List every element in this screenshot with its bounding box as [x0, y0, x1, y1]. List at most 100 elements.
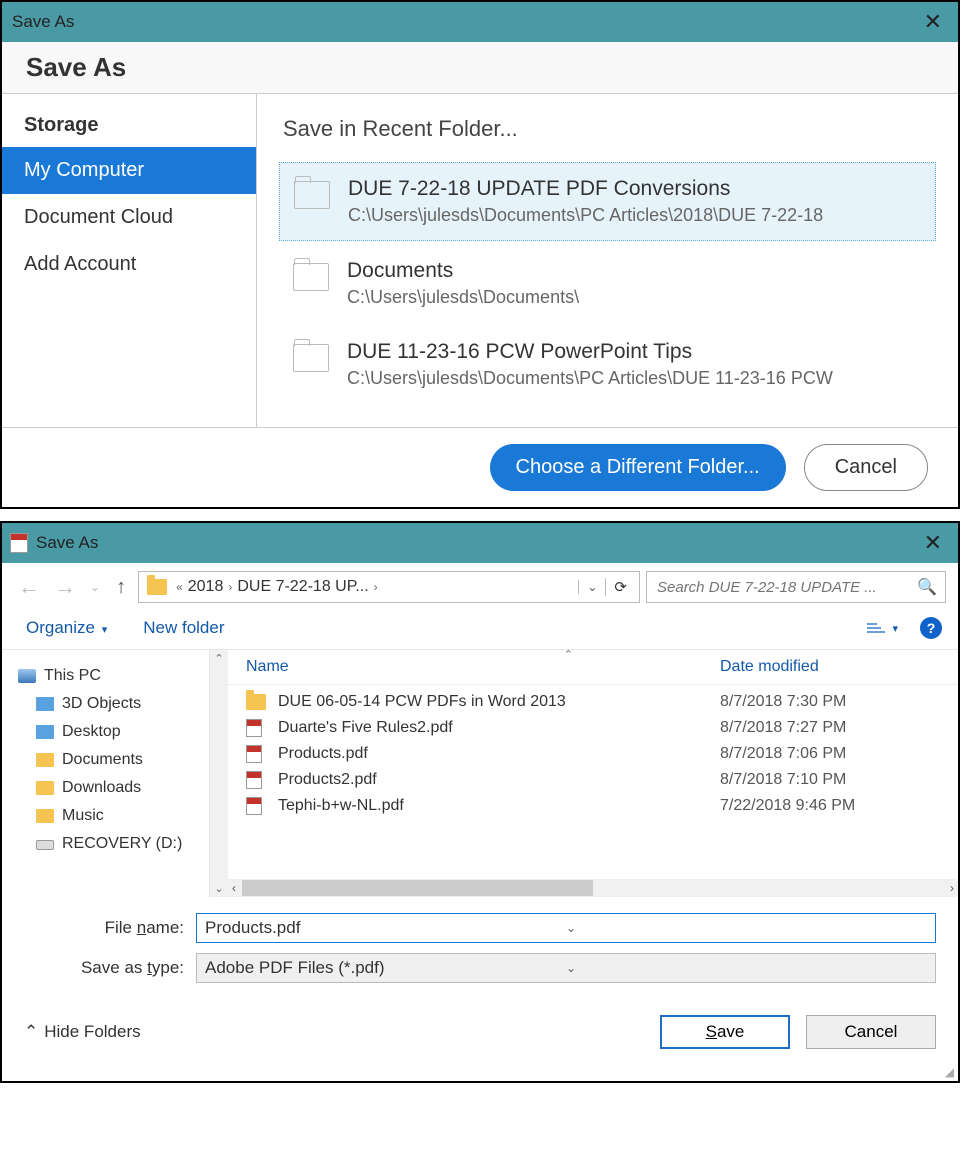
file-name: Tephi-b+w-NL.pdf	[278, 797, 720, 815]
savetype-dropdown[interactable]: Adobe PDF Files (*.pdf) ⌄	[196, 953, 936, 983]
pdf-file-icon	[246, 719, 268, 737]
main-panel: Save in Recent Folder... DUE 7-22-18 UPD…	[257, 94, 958, 427]
folder-icon	[293, 263, 329, 291]
history-dropdown-icon[interactable]: ⌄	[86, 580, 104, 594]
tree-item[interactable]: This PC	[14, 662, 205, 690]
titlebar: Save As ✕	[2, 2, 958, 42]
file-list-header[interactable]: ⌃ Name Date modified	[228, 650, 958, 685]
column-date[interactable]: Date modified	[720, 658, 940, 676]
form-area: File name: Products.pdf ⌄ Save as type: …	[2, 897, 958, 1003]
pdf-file-icon	[246, 797, 268, 815]
recent-heading: Save in Recent Folder...	[283, 116, 936, 142]
resize-grip-icon[interactable]: ◢	[2, 1065, 958, 1081]
organize-menu[interactable]: Organize ▾	[26, 618, 107, 638]
horizontal-scrollbar[interactable]: ‹ ›	[228, 879, 958, 897]
scrollbar-thumb[interactable]	[242, 880, 593, 896]
footer: Choose a Different Folder... Cancel	[2, 428, 958, 507]
tree-item[interactable]: Desktop	[14, 718, 205, 746]
help-icon[interactable]: ?	[920, 617, 942, 639]
tree-item[interactable]: 3D Objects	[14, 690, 205, 718]
pc-icon	[18, 669, 36, 683]
chevron-down-icon[interactable]: ⌄	[566, 961, 927, 975]
close-icon[interactable]: ✕	[918, 9, 948, 35]
folder-icon	[294, 181, 330, 209]
tree-item-label: Documents	[62, 751, 143, 769]
recent-folder-item[interactable]: Documents C:\Users\julesds\Documents\	[279, 245, 936, 322]
savetype-row: Save as type: Adobe PDF Files (*.pdf) ⌄	[24, 953, 936, 983]
file-name: Duarte's Five Rules2.pdf	[278, 719, 720, 737]
scroll-left-icon[interactable]: ‹	[232, 881, 236, 895]
chevron-left-icon[interactable]: «	[171, 580, 188, 594]
tree-item-label: This PC	[44, 667, 101, 685]
storage-heading: Storage	[2, 104, 256, 147]
file-row[interactable]: Duarte's Five Rules2.pdf8/7/2018 7:27 PM	[228, 715, 958, 741]
choose-folder-button[interactable]: Choose a Different Folder...	[490, 444, 786, 491]
back-icon[interactable]: ←	[14, 574, 44, 600]
search-input[interactable]	[655, 578, 917, 597]
breadcrumb[interactable]: « 2018 › DUE 7-22-18 UP... › ⌄ ⟳	[138, 571, 640, 603]
chevron-down-icon[interactable]: ⌄	[566, 921, 927, 935]
filename-input[interactable]: Products.pdf ⌄	[196, 913, 936, 943]
search-icon[interactable]: 🔍	[917, 577, 937, 597]
list-view-icon	[867, 621, 885, 635]
column-name[interactable]: Name	[246, 658, 720, 676]
tree-item[interactable]: Documents	[14, 746, 205, 774]
save-button[interactable]: Save	[660, 1015, 790, 1049]
file-row[interactable]: Products.pdf8/7/2018 7:06 PM	[228, 741, 958, 767]
recent-folder-path: C:\Users\julesds\Documents\	[347, 287, 922, 308]
sidebar-item-add-account[interactable]: Add Account	[2, 241, 256, 288]
nav-row: ← → ⌄ ↑ « 2018 › DUE 7-22-18 UP... › ⌄ ⟳…	[2, 563, 958, 611]
tree-scrollbar[interactable]: ⌃ ⌄	[210, 650, 228, 897]
sidebar-item-my-computer[interactable]: My Computer	[2, 147, 256, 194]
file-name: DUE 06-05-14 PCW PDFs in Word 2013	[278, 693, 720, 711]
chevron-down-icon: ▾	[892, 622, 898, 635]
search-box[interactable]: 🔍	[646, 571, 946, 603]
chevron-down-icon: ▾	[102, 624, 108, 636]
body: Storage My Computer Document Cloud Add A…	[2, 94, 958, 428]
save-as-app-window: Save As ✕ Save As Storage My Computer Do…	[0, 0, 960, 509]
scroll-right-icon[interactable]: ›	[950, 881, 954, 895]
filename-label: File name:	[24, 918, 196, 938]
recent-folder-path: C:\Users\julesds\Documents\PC Articles\2…	[348, 205, 921, 226]
refresh-icon[interactable]: ⟳	[605, 578, 635, 596]
breadcrumb-segment[interactable]: 2018	[188, 578, 224, 596]
up-icon[interactable]: ↑	[110, 576, 132, 599]
file-row[interactable]: Tephi-b+w-NL.pdf7/22/2018 9:46 PM	[228, 793, 958, 819]
folder-icon	[246, 694, 268, 710]
save-as-explorer-window: Save As ✕ ← → ⌄ ↑ « 2018 › DUE 7-22-18 U…	[0, 521, 960, 1083]
tree-item-label: Downloads	[62, 779, 141, 797]
toolbar: Organize ▾ New folder ▾ ?	[2, 611, 958, 649]
forward-icon[interactable]: →	[50, 574, 80, 600]
close-icon[interactable]: ✕	[918, 530, 948, 556]
scroll-down-icon[interactable]: ⌄	[214, 882, 223, 895]
savetype-value: Adobe PDF Files (*.pdf)	[205, 958, 566, 978]
cancel-button[interactable]: Cancel	[804, 444, 928, 491]
folder-icon	[36, 753, 54, 767]
tree-item[interactable]: RECOVERY (D:)	[14, 830, 205, 858]
pdf-file-icon	[246, 745, 268, 763]
sidebar: Storage My Computer Document Cloud Add A…	[2, 94, 257, 427]
file-date: 7/22/2018 9:46 PM	[720, 797, 940, 815]
new-folder-button[interactable]: New folder	[143, 618, 224, 638]
titlebar: Save As ✕	[2, 523, 958, 563]
tree-item-label: RECOVERY (D:)	[62, 835, 182, 853]
tree-item[interactable]: Music	[14, 802, 205, 830]
sidebar-item-document-cloud[interactable]: Document Cloud	[2, 194, 256, 241]
folder-icon	[36, 725, 54, 739]
hide-folders-button[interactable]: ⌃ Hide Folders	[24, 1022, 141, 1042]
page-title: Save As	[26, 52, 934, 83]
breadcrumb-dropdown-icon[interactable]: ⌄	[578, 580, 605, 594]
recent-folder-item[interactable]: DUE 11-23-16 PCW PowerPoint Tips C:\User…	[279, 326, 936, 403]
recent-folder-item[interactable]: DUE 7-22-18 UPDATE PDF Conversions C:\Us…	[279, 162, 936, 241]
scroll-up-icon[interactable]: ⌃	[214, 652, 223, 665]
cancel-button[interactable]: Cancel	[806, 1015, 936, 1049]
tree-item[interactable]: Downloads	[14, 774, 205, 802]
file-date: 8/7/2018 7:06 PM	[720, 745, 940, 763]
file-row[interactable]: Products2.pdf8/7/2018 7:10 PM	[228, 767, 958, 793]
view-mode-button[interactable]: ▾	[861, 619, 904, 637]
file-row[interactable]: DUE 06-05-14 PCW PDFs in Word 20138/7/20…	[228, 689, 958, 715]
folder-icon	[36, 809, 54, 823]
disk-icon	[36, 840, 54, 850]
chevron-up-icon: ⌃	[24, 1022, 38, 1042]
breadcrumb-segment[interactable]: DUE 7-22-18 UP...	[237, 578, 368, 596]
